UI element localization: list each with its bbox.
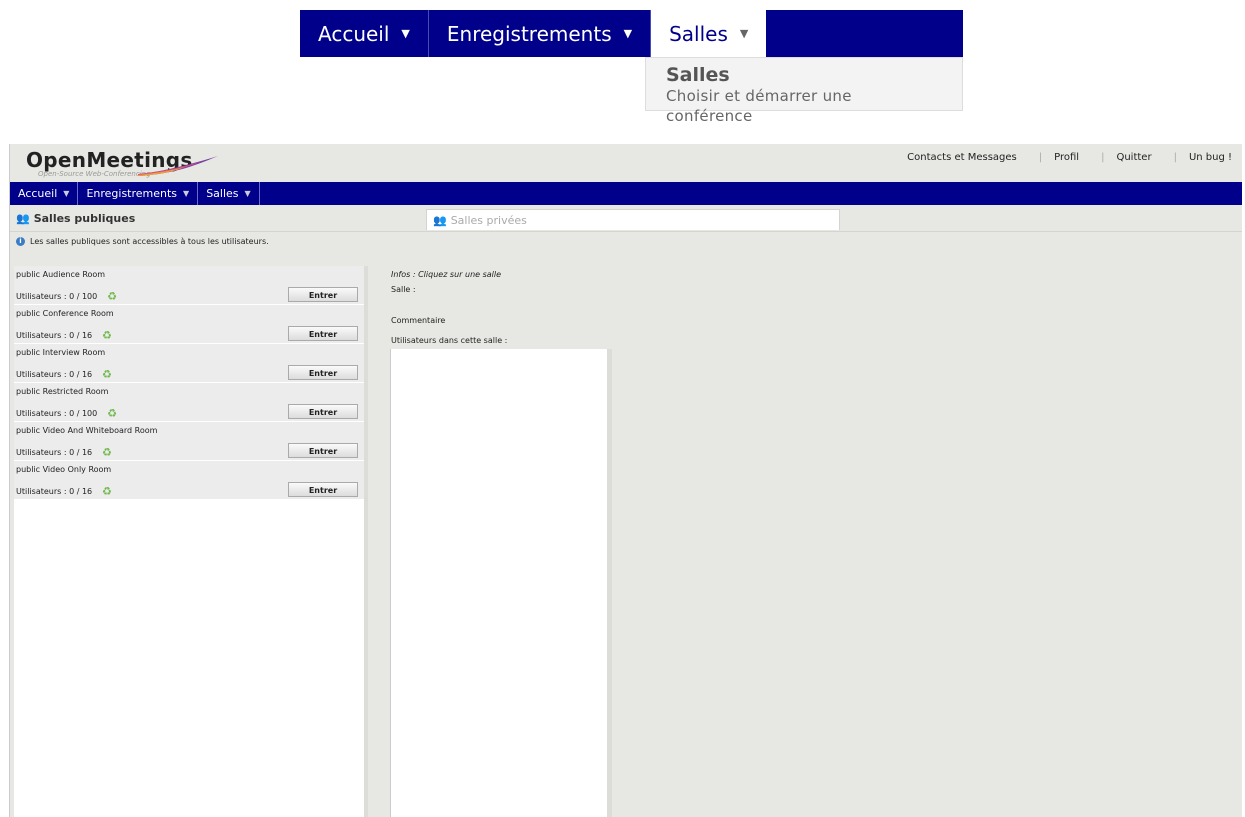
report-bug-link[interactable]: Un bug !	[1189, 152, 1232, 163]
list-item[interactable]: public Interview Room Utilisateurs : 0 /…	[14, 344, 364, 383]
top-links: Contacts et Messages | Profil | Quitter …	[907, 152, 1232, 163]
room-name: public Audience Room	[16, 270, 106, 279]
quitter-link[interactable]: Quitter	[1116, 152, 1151, 163]
caret-down-icon: ▼	[183, 189, 190, 198]
caret-down-icon: ▼	[623, 27, 633, 40]
dropdown-title: Salles	[666, 64, 730, 86]
caret-down-icon: ▼	[739, 27, 749, 40]
users-in-room-list[interactable]	[390, 349, 612, 817]
room-users: Utilisateurs : 0 / 16 ♻	[16, 368, 112, 381]
caret-down-icon: ▼	[401, 27, 410, 40]
users-group-icon: 👥	[16, 212, 30, 225]
room-users-count: Utilisateurs : 0 / 16	[16, 448, 93, 457]
room-name: public Interview Room	[16, 348, 106, 357]
room-users: Utilisateurs : 0 / 100 ♻	[16, 407, 117, 420]
users-group-icon: 👥	[433, 213, 447, 227]
enter-room-button[interactable]: Entrer	[288, 443, 358, 458]
room-users-count: Utilisateurs : 0 / 100	[16, 409, 98, 418]
tab-public-rooms[interactable]: 👥 Salles publiques	[16, 212, 135, 225]
separator: |	[1173, 152, 1177, 163]
refresh-icon[interactable]: ♻	[102, 368, 112, 381]
list-item[interactable]: public Audience Room Utilisateurs : 0 / …	[14, 266, 364, 305]
zoom-menu-item-enregistrements[interactable]: Enregistrements ▼	[429, 10, 652, 57]
refresh-icon[interactable]: ♻	[102, 485, 112, 498]
list-item[interactable]: public Conference Room Utilisateurs : 0 …	[14, 305, 364, 344]
info-title: Infos : Cliquez sur une salle	[391, 270, 502, 279]
comment-label: Commentaire	[391, 316, 446, 325]
separator: |	[1101, 152, 1105, 163]
separator: |	[1038, 152, 1043, 163]
zoom-menu-item-salles[interactable]: Salles ▼	[651, 10, 767, 57]
refresh-icon[interactable]: ♻	[107, 407, 117, 420]
zoom-menu-label: Salles	[669, 21, 728, 46]
dropdown-subtitle: Choisir et démarrer une conférence	[666, 87, 852, 125]
zoom-menu-label: Accueil	[318, 21, 390, 46]
list-item[interactable]: public Restricted Room Utilisateurs : 0 …	[14, 383, 364, 422]
refresh-icon[interactable]: ♻	[102, 446, 112, 459]
room-users-count: Utilisateurs : 0 / 16	[16, 487, 93, 496]
apache-feather-icon	[138, 156, 218, 176]
users-in-room-label: Utilisateurs dans cette salle :	[391, 336, 508, 345]
room-label: Salle :	[391, 285, 416, 294]
room-users: Utilisateurs : 0 / 100 ♻	[16, 290, 117, 303]
openmeetings-window: OpenMeetings Open-Source Web-Conferencin…	[9, 144, 1242, 817]
info-text: Les salles publiques sont accessibles à …	[30, 237, 269, 246]
enter-room-button[interactable]: Entrer	[288, 404, 358, 419]
room-name: public Restricted Room	[16, 387, 109, 396]
nav-item-enregistrements[interactable]: Enregistrements ▼	[78, 182, 199, 205]
enter-room-button[interactable]: Entrer	[288, 287, 358, 302]
room-users: Utilisateurs : 0 / 16 ♻	[16, 446, 112, 459]
zoomed-main-menu: Accueil ▼ Enregistrements ▼ Salles ▼	[300, 10, 963, 57]
room-name: public Video And Whiteboard Room	[16, 426, 158, 435]
room-users-count: Utilisateurs : 0 / 16	[16, 331, 93, 340]
zoom-menu-label: Enregistrements	[446, 21, 612, 46]
tab-private-rooms[interactable]: 👥 Salles privées	[426, 209, 840, 230]
nav-label: Salles	[206, 187, 239, 200]
tab-label: Salles publiques	[33, 212, 136, 225]
refresh-icon[interactable]: ♻	[102, 329, 112, 342]
enter-room-button[interactable]: Entrer	[288, 326, 358, 341]
nav-item-salles[interactable]: Salles ▼	[198, 182, 260, 205]
room-users-count: Utilisateurs : 0 / 16	[16, 370, 93, 379]
room-users-count: Utilisateurs : 0 / 100	[16, 292, 98, 301]
room-info-panel: Infos : Cliquez sur une salle Salle : Co…	[391, 270, 507, 345]
info-icon: i	[16, 237, 25, 246]
nav-item-accueil[interactable]: Accueil ▼	[10, 182, 79, 205]
caret-down-icon: ▼	[244, 189, 251, 198]
caret-down-icon: ▼	[63, 189, 70, 198]
header: OpenMeetings Open-Source Web-Conferencin…	[10, 144, 1242, 182]
room-list: public Audience Room Utilisateurs : 0 / …	[14, 266, 368, 817]
list-item[interactable]: public Video And Whiteboard Room Utilisa…	[14, 422, 364, 461]
room-tabs: 👥 Salles publiques 👥 Salles privées	[10, 209, 1242, 232]
tab-label: Salles privées	[450, 213, 527, 227]
room-users: Utilisateurs : 0 / 16 ♻	[16, 485, 112, 498]
profil-link[interactable]: Profil	[1054, 152, 1079, 163]
room-name: public Conference Room	[16, 309, 114, 318]
main-nav: Accueil ▼ Enregistrements ▼ Salles ▼	[10, 182, 1242, 205]
public-rooms-info: i Les salles publiques sont accessibles …	[16, 237, 269, 246]
enter-room-button[interactable]: Entrer	[288, 482, 358, 497]
room-name: public Video Only Room	[16, 465, 112, 474]
nav-label: Accueil	[18, 187, 58, 200]
zoom-dropdown-salles[interactable]: Salles Choisir et démarrer une conférenc…	[645, 57, 963, 125]
contacts-messages-link[interactable]: Contacts et Messages	[907, 152, 1017, 163]
nav-label: Enregistrements	[86, 187, 178, 200]
list-item[interactable]: public Video Only Room Utilisateurs : 0 …	[14, 461, 364, 500]
room-users: Utilisateurs : 0 / 16 ♻	[16, 329, 112, 342]
zoom-menu-item-accueil[interactable]: Accueil ▼	[300, 10, 429, 57]
enter-room-button[interactable]: Entrer	[288, 365, 358, 380]
refresh-icon[interactable]: ♻	[107, 290, 117, 303]
